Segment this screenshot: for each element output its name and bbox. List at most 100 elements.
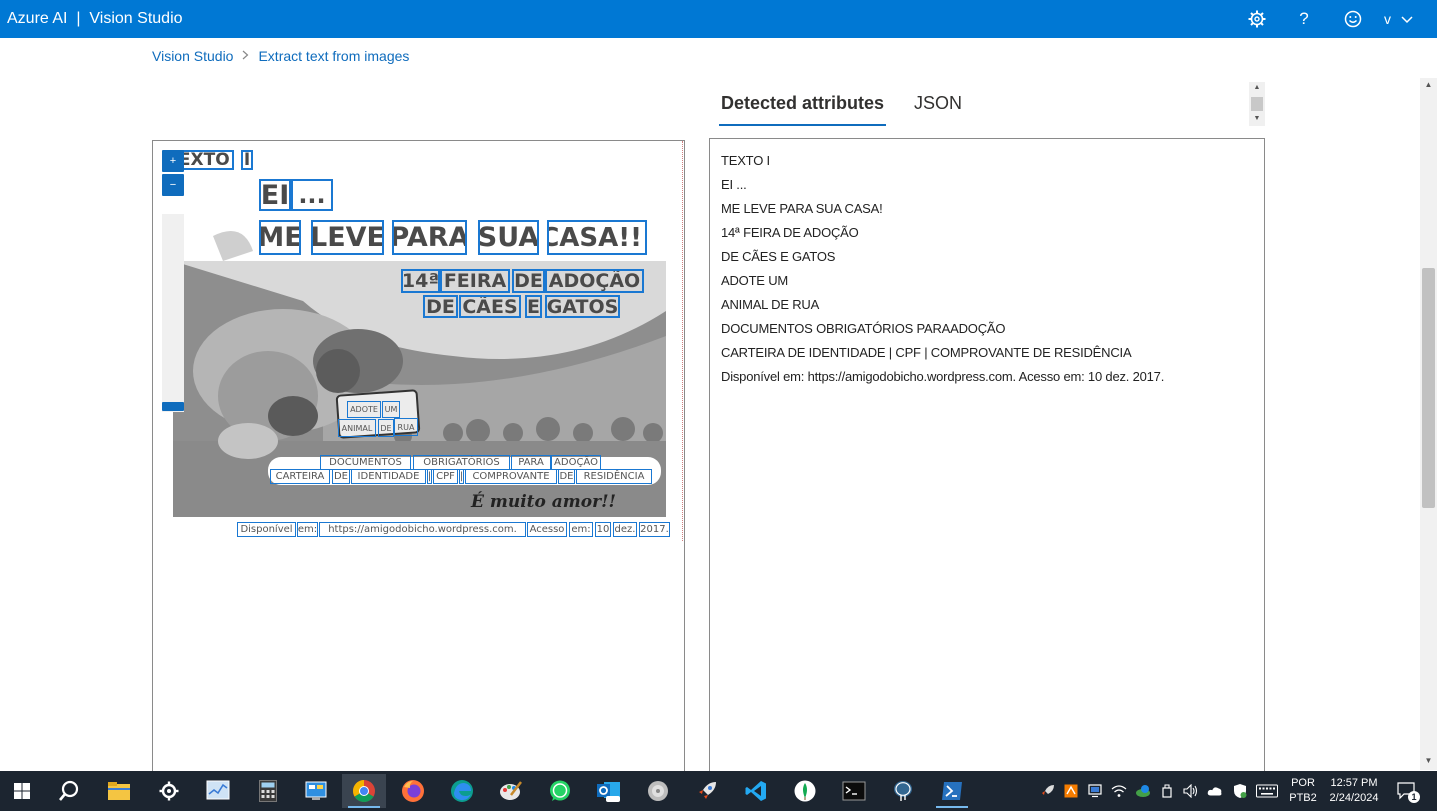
ocr-word-box[interactable]: COMPROVANTE	[465, 469, 557, 484]
ocr-word-box[interactable]: CÃES	[459, 295, 521, 318]
rocket-tray-icon[interactable]	[1040, 783, 1056, 799]
paint-icon[interactable]	[489, 774, 533, 808]
search-icon[interactable]	[47, 774, 91, 808]
control-panel-icon[interactable]	[294, 774, 338, 808]
account-menu[interactable]: v	[1384, 8, 1413, 30]
ocr-word-box[interactable]: ADOÇÃO	[545, 269, 644, 293]
ocr-word-box[interactable]: IDENTIDADE	[351, 469, 426, 484]
ocr-word-box[interactable]: ...	[291, 179, 333, 211]
rocket-icon[interactable]	[685, 774, 729, 808]
firefox-icon[interactable]	[391, 774, 435, 808]
ocr-word-box[interactable]: SUA	[478, 220, 539, 255]
app-brand[interactable]: Azure AI | Vision Studio	[7, 9, 183, 29]
ocr-word-box[interactable]: 10	[595, 522, 611, 537]
settings-gear-icon[interactable]	[147, 774, 191, 808]
page-scrollbar[interactable]: ▲ ▼	[1420, 78, 1437, 770]
scrollbar-thumb[interactable]	[1422, 268, 1435, 508]
app-tray-icon[interactable]	[1063, 783, 1079, 799]
ocr-word-box[interactable]: EI	[259, 179, 291, 211]
ocr-word-box[interactable]: 14ª	[401, 269, 440, 293]
result-line[interactable]: ME LEVE PARA SUA CASA!	[721, 197, 1253, 221]
zoom-out-button[interactable]: −	[162, 174, 184, 196]
ocr-word-box[interactable]: PARA	[511, 455, 551, 470]
scroll-up-icon[interactable]: ▲	[1249, 83, 1265, 93]
security-shield-icon[interactable]	[1232, 783, 1248, 799]
result-line[interactable]: ANIMAL DE RUA	[721, 293, 1253, 317]
ocr-word-box[interactable]: CPF	[433, 469, 458, 484]
keyboard-icon[interactable]	[1256, 783, 1278, 799]
ocr-word-box[interactable]: DE	[558, 469, 575, 484]
ocr-word-box[interactable]: OBRIGATÓRIOS	[413, 455, 510, 470]
ocr-word-box[interactable]: DE	[378, 419, 394, 437]
disk-utility-icon[interactable]	[636, 774, 680, 808]
onedrive-icon[interactable]	[1207, 783, 1223, 799]
breadcrumb-vision-studio[interactable]: Vision Studio	[152, 48, 233, 64]
usb-drive-icon[interactable]	[1159, 783, 1175, 799]
zoom-in-button[interactable]: +	[162, 150, 184, 172]
tab-detected-attributes[interactable]: Detected attributes	[719, 93, 887, 126]
ocr-word-box[interactable]: dez.	[613, 522, 637, 537]
ocr-word-box[interactable]: RUA	[394, 418, 418, 436]
postgresql-icon[interactable]	[881, 774, 925, 808]
ocr-word-box[interactable]: 2017.	[639, 522, 670, 537]
task-manager-icon[interactable]	[196, 774, 240, 808]
whatsapp-icon[interactable]	[538, 774, 582, 808]
ocr-word-box[interactable]: E	[525, 295, 542, 318]
ocr-word-box[interactable]: Disponível	[237, 522, 296, 537]
ocr-word-box[interactable]: CARTEIRA	[270, 469, 330, 484]
zoom-slider-track[interactable]	[162, 214, 184, 412]
ocr-word-box[interactable]: DE	[512, 269, 545, 293]
result-line[interactable]: TEXTO I	[721, 149, 1253, 173]
calculator-icon[interactable]	[246, 774, 290, 808]
ocr-word-box[interactable]: FEIRA	[440, 269, 510, 293]
chrome-icon[interactable]	[342, 774, 386, 808]
monitor-tray-icon[interactable]	[1087, 783, 1103, 799]
ocr-word-box[interactable]: ADOTE	[347, 401, 381, 418]
breadcrumb-extract-text[interactable]: Extract text from images	[258, 48, 409, 64]
ocr-word-box[interactable]: |	[459, 469, 464, 484]
scrollbar-thumb[interactable]	[1251, 97, 1263, 111]
mongodb-compass-icon[interactable]	[783, 774, 827, 808]
terminal-icon[interactable]	[832, 774, 876, 808]
ocr-word-box[interactable]: RESIDÊNCIA	[576, 469, 652, 484]
tabs-scrollbar[interactable]: ▲ ▼	[1249, 82, 1265, 126]
powershell-icon[interactable]	[930, 774, 974, 808]
outlook-icon[interactable]	[587, 774, 631, 808]
input-language[interactable]: POR PTB2	[1288, 776, 1318, 806]
result-line[interactable]: ADOTE UM	[721, 269, 1253, 293]
ocr-word-box[interactable]: I	[241, 150, 253, 170]
windows-start-icon[interactable]	[0, 774, 44, 808]
scroll-down-icon[interactable]: ▼	[1249, 114, 1265, 124]
zoom-slider-thumb[interactable]	[162, 402, 184, 411]
ocr-word-box[interactable]: UM	[382, 401, 400, 418]
sync-tray-icon[interactable]	[1135, 783, 1151, 799]
file-explorer-icon[interactable]	[97, 774, 141, 808]
volume-icon[interactable]	[1183, 783, 1199, 799]
gear-icon[interactable]	[1244, 6, 1270, 32]
ocr-word-box[interactable]: em:	[297, 522, 318, 537]
wifi-icon[interactable]	[1111, 783, 1127, 799]
vscode-icon[interactable]	[734, 774, 778, 808]
help-icon[interactable]: ?	[1291, 6, 1317, 32]
result-line[interactable]: DE CÃES E GATOS	[721, 245, 1253, 269]
scroll-up-icon[interactable]: ▲	[1420, 78, 1437, 92]
result-line[interactable]: EI ...	[721, 173, 1253, 197]
result-line[interactable]: DOCUMENTOS OBRIGATÓRIOS PARAADOÇÃO	[721, 317, 1253, 341]
ocr-word-box[interactable]: ANIMAL	[338, 419, 376, 437]
result-line[interactable]: 14ª FEIRA DE ADOÇÃO	[721, 221, 1253, 245]
ocr-word-box[interactable]: https://amigodobicho.wordpress.com.	[319, 522, 526, 537]
ocr-word-box[interactable]: |	[427, 469, 432, 484]
tab-json[interactable]: JSON	[912, 93, 964, 126]
result-line[interactable]: Disponível em: https://amigodobicho.word…	[721, 365, 1253, 389]
ocr-word-box[interactable]: Acesso	[527, 522, 567, 537]
ocr-word-box[interactable]: ADOÇÃO	[551, 455, 601, 470]
ocr-word-box[interactable]: DE	[332, 469, 350, 484]
smiley-icon[interactable]	[1340, 6, 1366, 32]
result-line[interactable]: CARTEIRA DE IDENTIDADE | CPF | COMPROVAN…	[721, 341, 1253, 365]
ocr-word-box[interactable]: CASA!!!	[547, 220, 647, 255]
system-clock[interactable]: 12:57 PM 2/24/2024	[1322, 776, 1386, 806]
ocr-word-box[interactable]: em:	[569, 522, 593, 537]
ocr-word-box[interactable]: LEVE	[311, 220, 384, 255]
ocr-word-box[interactable]: PARA	[392, 220, 467, 255]
ocr-word-box[interactable]: GATOS	[545, 295, 620, 318]
